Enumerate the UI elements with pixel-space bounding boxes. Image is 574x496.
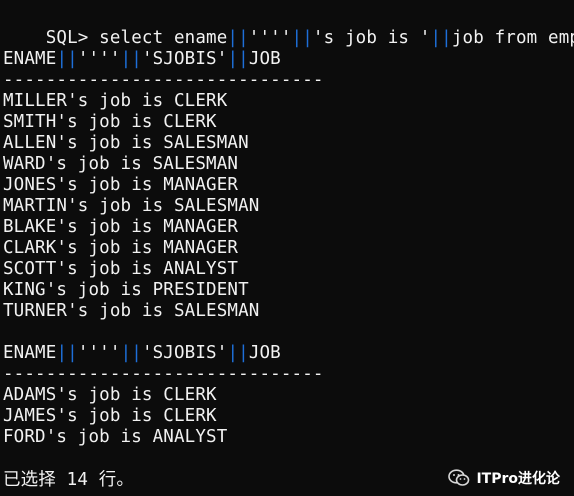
result-row: FORD's job is ANALYST — [3, 427, 228, 447]
result-row: MARTIN's job is SALESMAN — [3, 196, 260, 216]
result-row: SCOTT's job is ANALYST — [3, 259, 239, 279]
result-separator: ------------------------------ — [3, 364, 324, 384]
concat-operator: || — [430, 28, 452, 48]
prompt-prefix: SQL> select ename — [45, 28, 228, 48]
result-row: ALLEN's job is SALESMAN — [3, 133, 249, 153]
wechat-icon — [448, 469, 470, 487]
result-header: ENAME||''''||'SJOBIS'||JOB — [3, 343, 281, 364]
result-row: ADAMS's job is CLERK — [3, 385, 217, 405]
result-row: TURNER's job is SALESMAN — [3, 301, 260, 321]
header-col-sjobis: 'SJOBIS' — [141, 49, 228, 69]
prompt-literal-jobis: 's job is ' — [312, 28, 431, 48]
result-separator: ------------------------------ — [3, 70, 324, 90]
terminal-window[interactable]: SQL> select ename||''''||'s job is '||jo… — [0, 0, 574, 496]
header-col-ename: ENAME — [3, 49, 57, 69]
result-row: JAMES's job is CLERK — [3, 406, 217, 426]
header-col-quote: '''' — [77, 49, 121, 69]
result-row: KING's job is PRESIDENT — [3, 280, 249, 300]
header-col-job: JOB — [248, 343, 281, 363]
header-col-quote: '''' — [77, 343, 121, 363]
result-row: WARD's job is SALESMAN — [3, 154, 239, 174]
result-row: BLAKE's job is MANAGER — [3, 217, 239, 237]
result-header: ENAME||''''||'SJOBIS'||JOB — [3, 49, 281, 70]
concat-operator: || — [227, 343, 249, 363]
concat-operator: || — [227, 49, 249, 69]
concat-operator: || — [56, 49, 78, 69]
result-row: CLARK's job is MANAGER — [3, 238, 239, 258]
prompt-literal-quote: '''' — [248, 28, 292, 48]
sql-prompt-line: SQL> select ename||''''||'s job is '||jo… — [3, 7, 574, 48]
concat-operator: || — [120, 49, 142, 69]
concat-operator: || — [120, 343, 142, 363]
concat-operator: || — [227, 28, 249, 48]
rows-selected-footer: 已选择 14 行。 — [3, 470, 134, 490]
result-row: JONES's job is MANAGER — [3, 175, 239, 195]
watermark: ITPro进化论 — [448, 468, 560, 488]
result-row: MILLER's job is CLERK — [3, 91, 228, 111]
concat-operator: || — [56, 343, 78, 363]
header-col-job: JOB — [248, 49, 281, 69]
result-row: SMITH's job is CLERK — [3, 112, 217, 132]
header-col-ename: ENAME — [3, 343, 57, 363]
watermark-text: ITPro进化论 — [476, 471, 560, 487]
concat-operator: || — [291, 28, 313, 48]
header-col-sjobis: 'SJOBIS' — [141, 343, 228, 363]
prompt-suffix: job from emp; — [451, 28, 574, 48]
